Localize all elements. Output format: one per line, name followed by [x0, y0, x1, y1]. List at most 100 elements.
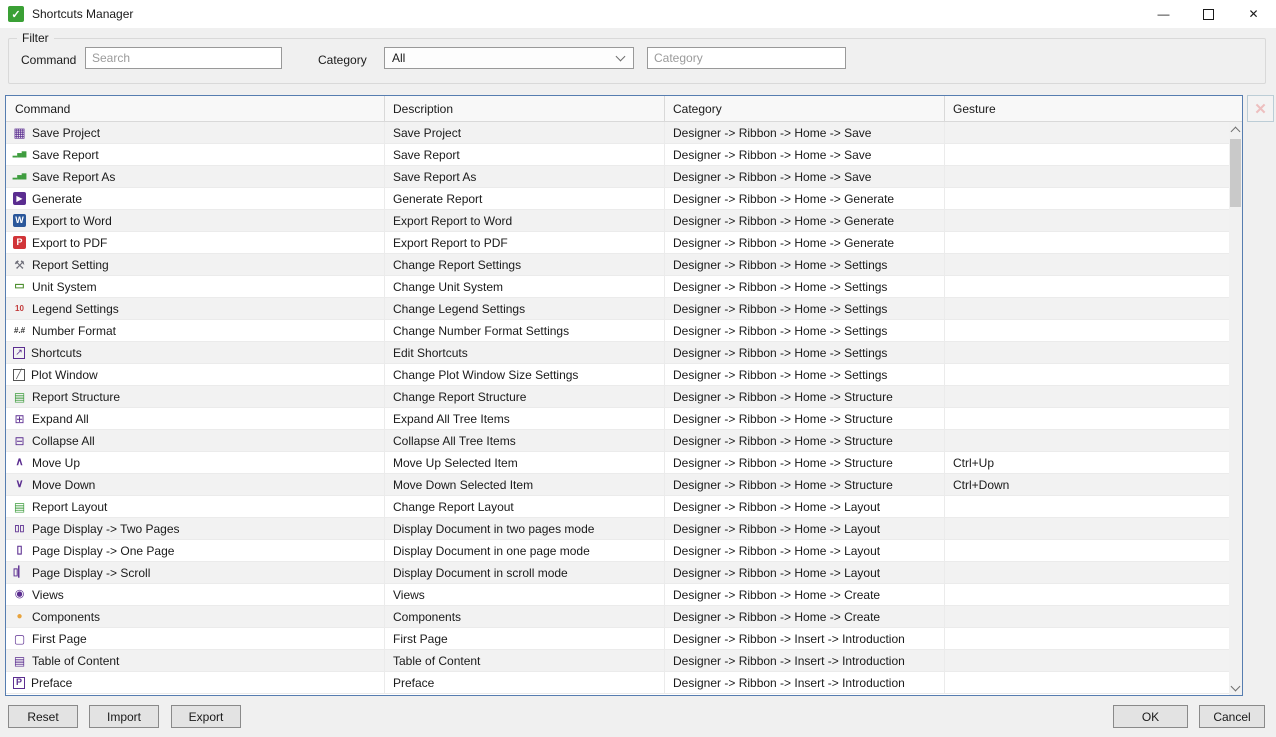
table-row[interactable]: ∧Move UpMove Up Selected ItemDesigner ->…	[6, 452, 1229, 474]
table-row[interactable]: ●ComponentsComponentsDesigner -> Ribbon …	[6, 606, 1229, 628]
command-cell: ▂▅▇Save Report As	[6, 166, 384, 187]
scroll-down-button[interactable]	[1229, 680, 1242, 695]
command-cell: ⊟Collapse All	[6, 430, 384, 451]
category-filter-label: Category	[318, 53, 367, 67]
column-header-command[interactable]: Command	[6, 96, 384, 121]
category-cell: Designer -> Ribbon -> Home -> Structure	[664, 430, 944, 451]
maximize-button[interactable]	[1186, 0, 1231, 28]
gesture-cell	[944, 540, 1229, 561]
minimize-button[interactable]: —	[1141, 0, 1186, 28]
description-cell: First Page	[384, 628, 664, 649]
category-cell: Designer -> Ribbon -> Insert -> Introduc…	[664, 672, 944, 693]
table-row[interactable]: ▶GenerateGenerate ReportDesigner -> Ribb…	[6, 188, 1229, 210]
table-row[interactable]: ╱Plot WindowChange Plot Window Size Sett…	[6, 364, 1229, 386]
category-cell: Designer -> Ribbon -> Home -> Save	[664, 166, 944, 187]
command-label: Move Up	[32, 456, 80, 470]
command-label: Legend Settings	[32, 302, 119, 316]
category-cell: Designer -> Ribbon -> Home -> Structure	[664, 452, 944, 473]
table-row[interactable]: ▂▅▇Save ReportSave ReportDesigner -> Rib…	[6, 144, 1229, 166]
description-cell: Views	[384, 584, 664, 605]
category-cell: Designer -> Ribbon -> Home -> Settings	[664, 320, 944, 341]
category-dropdown[interactable]: All	[384, 47, 634, 69]
command-label: Export to Word	[32, 214, 112, 228]
expand-all-icon: ⊞	[12, 411, 27, 426]
table-row[interactable]: ▂▅▇Save Report AsSave Report AsDesigner …	[6, 166, 1229, 188]
category-cell: Designer -> Ribbon -> Home -> Create	[664, 584, 944, 605]
gesture-cell	[944, 386, 1229, 407]
command-label: Export to PDF	[32, 236, 107, 250]
chevron-up-icon	[1231, 126, 1241, 136]
table-row[interactable]: ↗ShortcutsEdit ShortcutsDesigner -> Ribb…	[6, 342, 1229, 364]
table-row[interactable]: 10Legend SettingsChange Legend SettingsD…	[6, 298, 1229, 320]
scrollbar-thumb[interactable]	[1230, 139, 1241, 207]
export-button[interactable]: Export	[171, 705, 241, 728]
table-row[interactable]: PExport to PDFExport Report to PDFDesign…	[6, 232, 1229, 254]
table-row[interactable]: PPrefacePrefaceDesigner -> Ribbon -> Ins…	[6, 672, 1229, 694]
table-row[interactable]: ▭Unit SystemChange Unit SystemDesigner -…	[6, 276, 1229, 298]
column-header-category[interactable]: Category	[664, 96, 944, 121]
command-cell: ⊞Expand All	[6, 408, 384, 429]
table-row[interactable]: ∨Move DownMove Down Selected ItemDesigne…	[6, 474, 1229, 496]
table-row[interactable]: ⚒Report SettingChange Report SettingsDes…	[6, 254, 1229, 276]
report-layout-icon: ▤	[12, 499, 27, 514]
category-cell: Designer -> Ribbon -> Home -> Settings	[664, 276, 944, 297]
table-row[interactable]: #.#Number FormatChange Number Format Set…	[6, 320, 1229, 342]
views-icon: ◉	[12, 587, 27, 602]
export-word-icon: W	[13, 214, 26, 227]
table-row[interactable]: ▯▯Page Display -> Two PagesDisplay Docum…	[6, 518, 1229, 540]
close-button[interactable]: ✕	[1231, 0, 1276, 28]
description-cell: Save Report	[384, 144, 664, 165]
description-cell: Change Report Settings	[384, 254, 664, 275]
category-cell: Designer -> Ribbon -> Home -> Structure	[664, 386, 944, 407]
table-row[interactable]: WExport to WordExport Report to WordDesi…	[6, 210, 1229, 232]
table-row[interactable]: ▯▏Page Display -> ScrollDisplay Document…	[6, 562, 1229, 584]
description-cell: Move Up Selected Item	[384, 452, 664, 473]
clear-gesture-button[interactable]: ✕	[1247, 95, 1274, 122]
command-label: Number Format	[32, 324, 116, 338]
command-label: Page Display -> One Page	[32, 544, 174, 558]
category-cell: Designer -> Ribbon -> Home -> Save	[664, 122, 944, 143]
filter-legend: Filter	[17, 31, 54, 45]
gesture-cell	[944, 672, 1229, 693]
command-label: Report Structure	[32, 390, 120, 404]
table-row[interactable]: ◉ViewsViewsDesigner -> Ribbon -> Home ->…	[6, 584, 1229, 606]
description-cell: Preface	[384, 672, 664, 693]
command-search-input[interactable]	[85, 47, 282, 69]
table-row[interactable]: ▢First PageFirst PageDesigner -> Ribbon …	[6, 628, 1229, 650]
description-cell: Export Report to Word	[384, 210, 664, 231]
table-row[interactable]: ▤Table of ContentTable of ContentDesigne…	[6, 650, 1229, 672]
table-row[interactable]: ▤Report StructureChange Report Structure…	[6, 386, 1229, 408]
command-cell: ⚒Report Setting	[6, 254, 384, 275]
command-cell: ∨Move Down	[6, 474, 384, 495]
reset-button[interactable]: Reset	[8, 705, 78, 728]
gesture-cell	[944, 430, 1229, 451]
header-spacer	[1229, 96, 1242, 121]
gesture-cell	[944, 188, 1229, 209]
command-label: Page Display -> Scroll	[32, 566, 150, 580]
gesture-cell	[944, 496, 1229, 517]
cancel-button[interactable]: Cancel	[1199, 705, 1265, 728]
table-row[interactable]: ⊟Collapse AllCollapse All Tree ItemsDesi…	[6, 430, 1229, 452]
category-cell: Designer -> Ribbon -> Home -> Generate	[664, 232, 944, 253]
command-cell: W Export to Word	[6, 210, 384, 231]
filter-groupbox: Filter Command Category All	[8, 38, 1266, 84]
gesture-cell	[944, 518, 1229, 539]
gesture-cell	[944, 122, 1229, 143]
description-cell: Components	[384, 606, 664, 627]
import-button[interactable]: Import	[89, 705, 159, 728]
gesture-cell	[944, 320, 1229, 341]
table-row[interactable]: ⊞Expand AllExpand All Tree ItemsDesigner…	[6, 408, 1229, 430]
table-row[interactable]: ▯Page Display -> One PageDisplay Documen…	[6, 540, 1229, 562]
column-header-description[interactable]: Description	[384, 96, 664, 121]
ok-button[interactable]: OK	[1113, 705, 1188, 728]
report-setting-icon: ⚒	[12, 257, 27, 272]
category-filter-input[interactable]	[647, 47, 846, 69]
table-row[interactable]: ▦Save ProjectSave ProjectDesigner -> Rib…	[6, 122, 1229, 144]
scroll-up-button[interactable]	[1229, 122, 1242, 137]
command-cell: ▂▅▇Save Report	[6, 144, 384, 165]
column-header-gesture[interactable]: Gesture	[944, 96, 1229, 121]
category-cell: Designer -> Ribbon -> Insert -> Introduc…	[664, 650, 944, 671]
command-cell: ↗Shortcuts	[6, 342, 384, 363]
table-row[interactable]: ▤Report LayoutChange Report LayoutDesign…	[6, 496, 1229, 518]
vertical-scrollbar[interactable]	[1229, 122, 1242, 695]
